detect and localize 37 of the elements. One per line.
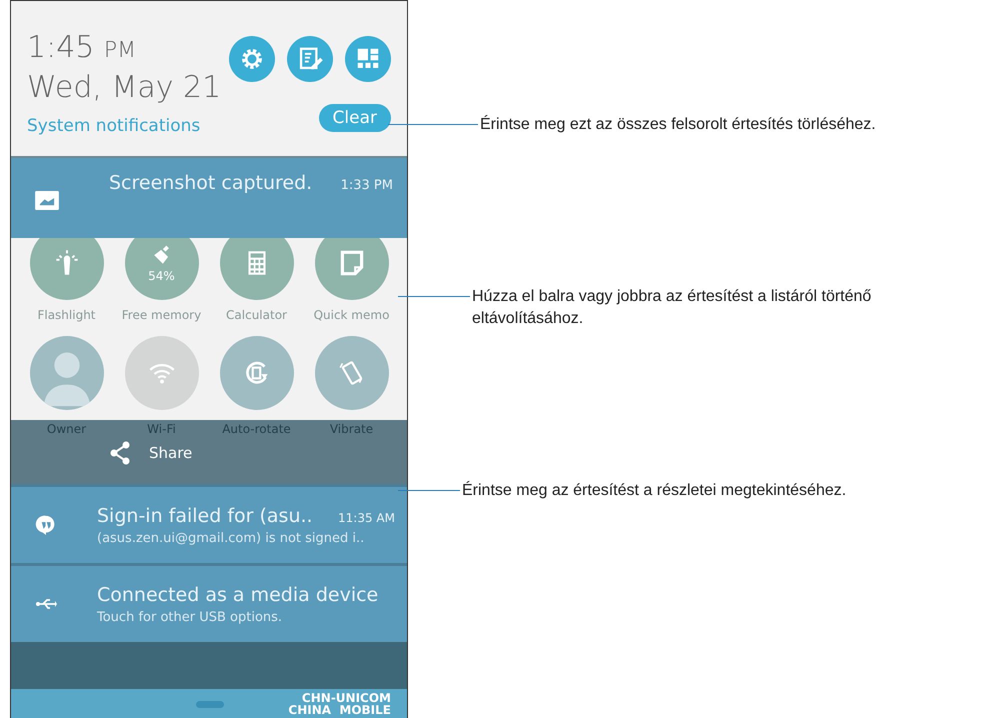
- carrier-name: CHN-UNICOM: [300, 692, 391, 704]
- notification-card[interactable]: Sign-in failed for (asu.. 11:35 AM (asus.zen.ui@gmail.com) is not signed i..: [11, 484, 407, 563]
- memory-reading: 54%: [148, 269, 175, 283]
- section-title: System notifications: [27, 116, 202, 136]
- notification-text: Touch for other USB options.: [97, 610, 284, 624]
- share-button[interactable]: Share: [101, 436, 198, 470]
- quick-setting-label: Flashlight: [37, 308, 96, 322]
- leader-line: [398, 490, 460, 491]
- notification-text: (asus.zen.ui@gmail.com) is not signed i..: [97, 530, 366, 546]
- date-label: Wed, May 21: [27, 69, 222, 107]
- quick-setting-label: Wi-Fi: [146, 422, 177, 436]
- edit-list-icon[interactable]: [287, 36, 333, 82]
- settings-icon[interactable]: [229, 36, 275, 82]
- notification-time: 11:35 AM: [338, 510, 395, 524]
- notification-card[interactable]: Connected as a media device Touch for other USB options.: [11, 563, 407, 642]
- quick-setting-label: Auto-rotate: [221, 422, 292, 436]
- notification-title: Connected as a media device: [97, 584, 378, 606]
- image-icon: [35, 191, 59, 210]
- quick-setting-label: Owner: [46, 422, 88, 436]
- notification-title: Screenshot captured.: [109, 172, 314, 194]
- quote-bubble-icon: [35, 515, 57, 535]
- quick-setting-label: Vibrate: [328, 422, 374, 436]
- quick-setting-label: Free memory: [122, 308, 202, 322]
- callout-text: Érintse meg ezt az összes felsorolt értesítés törléséhez.: [480, 114, 876, 135]
- notification-time: 1:33 PM: [340, 178, 393, 193]
- leader-line: [398, 296, 470, 297]
- notification-title: Sign-in failed for (asu..: [97, 504, 313, 526]
- quick-setting-label: Quick memo: [314, 308, 390, 322]
- drag-handle[interactable]: [196, 701, 224, 708]
- callout-text: Húzza el balra vagy jobbra az értesítést a listáról történő eltávolításához.: [472, 287, 872, 329]
- callout-text: Érintse meg az értesítést a részletei megtekintéséhez.: [462, 480, 846, 501]
- carrier-name: CHINA MOBILE: [288, 704, 391, 716]
- clock-time: 1:45 PM: [27, 31, 138, 67]
- notification-card[interactable]: Screenshot captured. 1:33 PM: [11, 158, 407, 238]
- grid-contact-icon[interactable]: [345, 36, 391, 82]
- clear-button[interactable]: Clear: [318, 104, 391, 132]
- quick-setting-label: Calculator: [226, 308, 287, 322]
